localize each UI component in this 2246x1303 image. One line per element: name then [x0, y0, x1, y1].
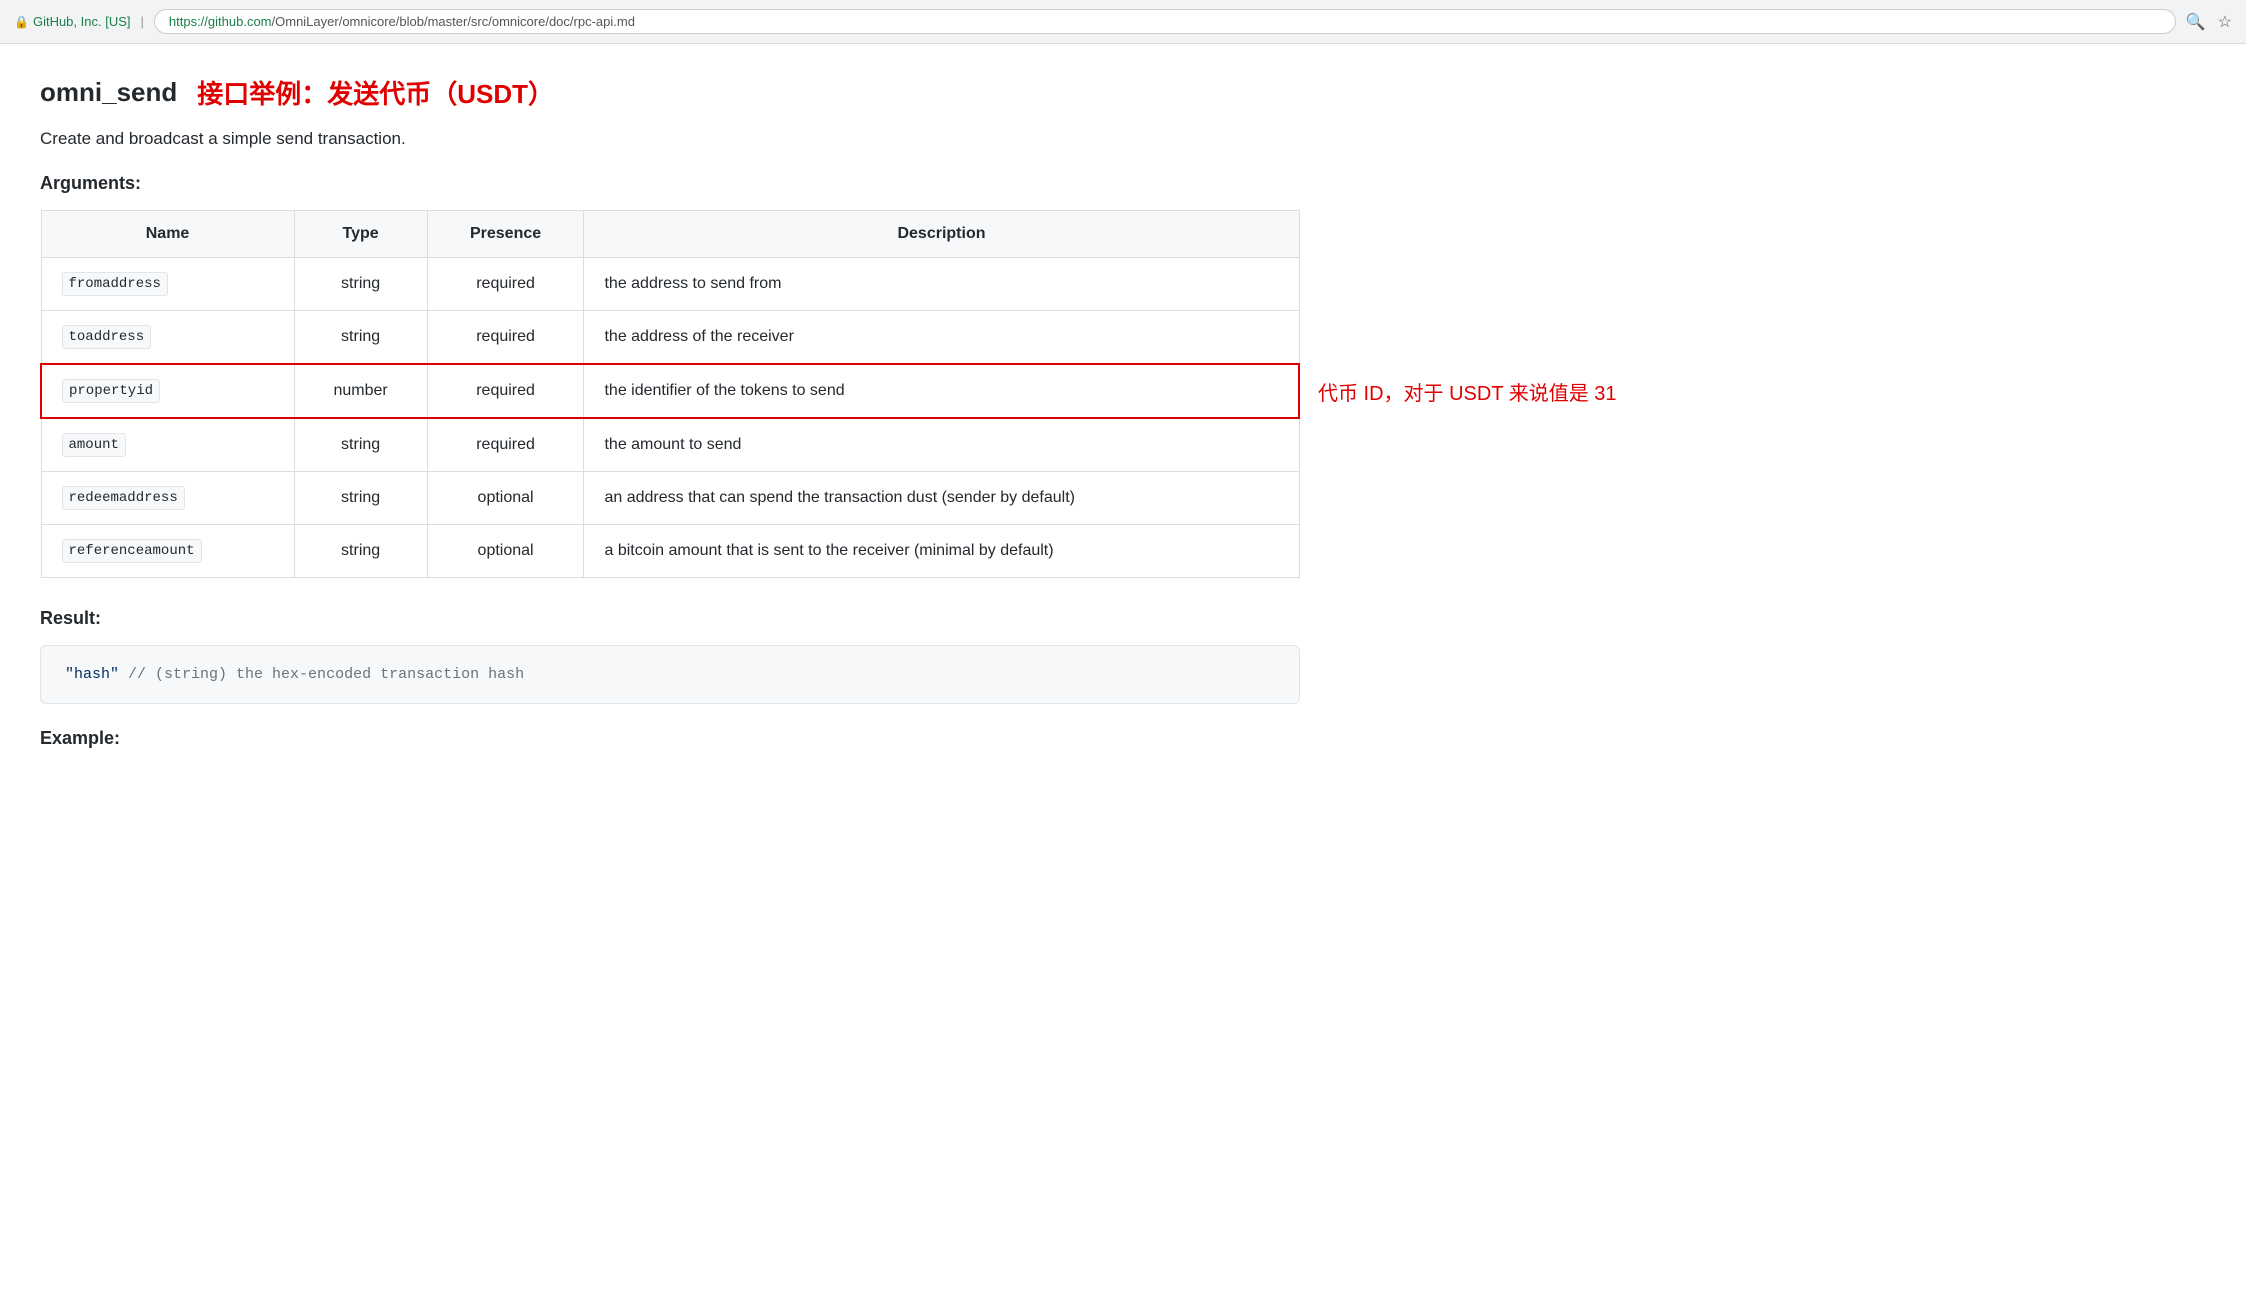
col-header-type: Type: [294, 211, 427, 258]
lock-icon: 🔒: [14, 15, 29, 29]
title-row: omni_send 接口举例：发送代币（USDT）: [40, 74, 1360, 111]
example-heading: Example:: [40, 728, 1360, 749]
url-bar[interactable]: https://github.com /OmniLayer/omnicore/b…: [154, 9, 2176, 34]
param-name-code: referenceamount: [62, 539, 202, 563]
cell-description: an address that can spend the transactio…: [584, 472, 1299, 525]
cell-type: string: [294, 418, 427, 472]
arguments-table: Name Type Presence Description fromaddre…: [40, 210, 1300, 578]
cell-description: the amount to send: [584, 418, 1299, 472]
param-name-code: amount: [62, 433, 126, 457]
cell-name: referenceamount: [41, 525, 294, 578]
result-code-string: "hash": [65, 666, 119, 683]
col-header-name: Name: [41, 211, 294, 258]
cell-name: amount: [41, 418, 294, 472]
browser-chrome: 🔒 GitHub, Inc. [US] | https://github.com…: [0, 0, 2246, 44]
star-icon[interactable]: ☆: [2218, 12, 2232, 32]
table-row: referenceamount stringoptionala bitcoin a…: [41, 525, 1299, 578]
url-path: /OmniLayer/omnicore/blob/master/src/omni…: [272, 14, 635, 29]
security-badge: 🔒 GitHub, Inc. [US]: [14, 14, 131, 29]
result-heading: Result:: [40, 608, 1360, 629]
cell-presence: optional: [427, 525, 584, 578]
result-code-comment: // (string) the hex-encoded transaction …: [128, 666, 524, 683]
cell-presence: required: [427, 418, 584, 472]
description-text: the identifier of the tokens to send: [604, 382, 844, 400]
cell-name: redeemaddress: [41, 472, 294, 525]
separator: |: [141, 14, 144, 29]
page-title-chinese: 接口举例：发送代币（USDT）: [197, 74, 554, 111]
cell-type: string: [294, 525, 427, 578]
table-row: toaddress stringrequiredthe address of th…: [41, 311, 1299, 365]
cell-name: fromaddress: [41, 258, 294, 311]
cell-type: string: [294, 311, 427, 365]
cell-type: string: [294, 258, 427, 311]
table-row: propertyid numberrequired the identifier o…: [41, 364, 1299, 418]
table-row: amount stringrequiredthe amount to send: [41, 418, 1299, 472]
col-header-description: Description: [584, 211, 1299, 258]
param-name-code: propertyid: [62, 379, 160, 403]
result-code-block: "hash" // (string) the hex-encoded trans…: [40, 645, 1300, 704]
cell-presence: optional: [427, 472, 584, 525]
param-name-code: redeemaddress: [62, 486, 185, 510]
security-label: GitHub, Inc. [US]: [33, 14, 131, 29]
page-content: omni_send 接口举例：发送代币（USDT） Create and bro…: [0, 44, 1400, 795]
page-title-main: omni_send: [40, 77, 177, 108]
browser-icons: 🔍 ☆: [2186, 12, 2232, 32]
col-header-presence: Presence: [427, 211, 584, 258]
chinese-annotation: 代币 ID，对于 USDT 来说值是 31: [1298, 377, 1617, 406]
cell-presence: required: [427, 364, 584, 418]
highlight-container: the identifier of the tokens to send代币 I…: [604, 382, 1278, 400]
cell-presence: required: [427, 311, 584, 365]
param-name-code: toaddress: [62, 325, 152, 349]
cell-type: string: [294, 472, 427, 525]
cell-name: propertyid: [41, 364, 294, 418]
cell-presence: required: [427, 258, 584, 311]
table-header-row: Name Type Presence Description: [41, 211, 1299, 258]
result-section: Result: "hash" // (string) the hex-encod…: [40, 608, 1360, 704]
arguments-heading: Arguments:: [40, 173, 1360, 194]
cell-type: number: [294, 364, 427, 418]
cell-description: the address of the receiver: [584, 311, 1299, 365]
search-icon[interactable]: 🔍: [2186, 12, 2206, 32]
page-description: Create and broadcast a simple send trans…: [40, 129, 1360, 149]
cell-description: the address to send from: [584, 258, 1299, 311]
param-name-code: fromaddress: [62, 272, 168, 296]
url-green: https://github.com: [169, 14, 272, 29]
cell-description: a bitcoin amount that is sent to the rec…: [584, 525, 1299, 578]
table-row: redeemaddress stringoptionalan address th…: [41, 472, 1299, 525]
cell-description: the identifier of the tokens to send代币 I…: [584, 364, 1299, 418]
table-row: fromaddress stringrequiredthe address to …: [41, 258, 1299, 311]
cell-name: toaddress: [41, 311, 294, 365]
example-section: Example:: [40, 728, 1360, 749]
